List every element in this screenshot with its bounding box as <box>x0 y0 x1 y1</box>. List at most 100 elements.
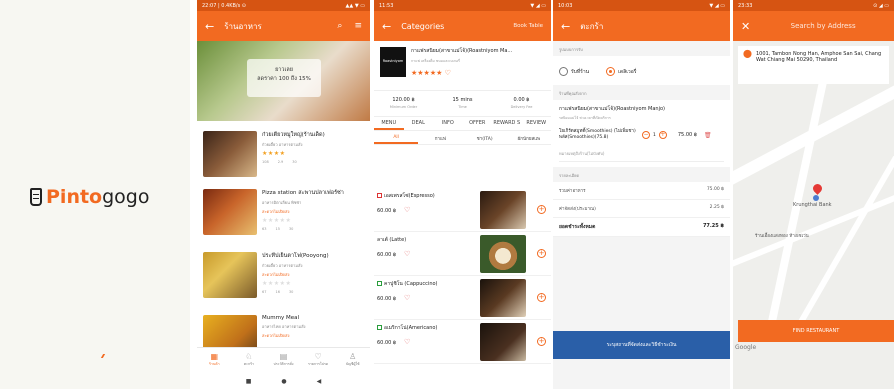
note-to-store-input[interactable]: หมายเหตุถึงร้าน(ไม่บังคับ) <box>559 150 724 162</box>
menu-item[interactable]: คาปูชิโน (Cappuccino) 60.00 ฿ ♡ + <box>374 276 551 320</box>
search-icon[interactable]: ⌕ <box>337 21 342 31</box>
cart-store-sub: รสนิยมแม่โจ้ ช่วงเวลาที่เปิดบริการ <box>559 116 611 120</box>
category-tab[interactable]: ชา(ITA) <box>463 131 507 144</box>
add-item-button[interactable]: + <box>537 293 546 302</box>
restaurant-stats: 108 2.9 30 <box>262 160 361 164</box>
restaurant-photo <box>203 315 257 347</box>
status-time: 23:33 <box>738 2 753 9</box>
tab-info[interactable]: INFO <box>433 117 463 130</box>
recent-apps-icon[interactable]: ■ <box>246 378 252 385</box>
address-text: 1001, Tambon Nong Han, Amphoe San Sai, C… <box>755 51 882 63</box>
store-header: Roastniyom กาแฟรสนิยม(สาขาแม่โจ้)(Roastn… <box>374 41 551 91</box>
nav-tab-account[interactable]: ♙ บัญชีผู้ใช้ <box>335 348 370 373</box>
metric-label: Delivery Fee <box>510 105 533 109</box>
cart-icon: ♘ <box>245 352 253 361</box>
tab-review[interactable]: REVIEW <box>522 117 552 130</box>
stat-value: 30 <box>288 227 294 231</box>
increase-qty-button[interactable]: + <box>658 131 667 139</box>
restaurant-card[interactable]: ก๋วยเตี๋ยวหมูใหญ่(ร้านเด็ด) ก๋วยเตี๋ยว อ… <box>203 131 365 191</box>
nav-tab-favorites[interactable]: ♡ รายการโปรด <box>301 348 336 373</box>
app-bar: ← Categories Book Table <box>374 11 551 41</box>
summary-row-food: รวมค่าอาหาร 75.00 ฿ <box>553 182 730 200</box>
map-label-bank: Krungthai Bank <box>793 202 832 208</box>
tab-offer[interactable]: OFFER <box>463 117 493 130</box>
stat-value: 30 <box>288 290 294 294</box>
stat-value: 16 <box>275 290 280 294</box>
status-bar: 23:33 ⊙ ◢ ▭ <box>733 0 894 11</box>
nav-tab-stores[interactable]: ▦ ร้านค้า <box>197 348 232 373</box>
radio-pickup[interactable]: รับที่ร้าน <box>559 67 589 76</box>
trash-icon[interactable]: 🗑 <box>704 132 712 139</box>
heart-icon[interactable]: ♡ <box>404 250 410 258</box>
nav-label: ร้านค้า <box>209 362 220 366</box>
status-bar: 22:07 | 0.4KB/s ⊙ ▲▲ ▼ ▭ <box>197 0 370 11</box>
section-label: รายละเอียด <box>559 173 580 178</box>
nav-tab-cart[interactable]: ♘ ตะกร้า <box>232 348 267 373</box>
back-arrow-icon[interactable]: ← <box>205 20 214 33</box>
loading-mark <box>100 354 110 358</box>
item-photo <box>480 191 526 229</box>
category-tab[interactable]: ผักนักยสแพ <box>507 131 551 144</box>
item-price: 60.00 ฿ <box>377 208 397 214</box>
metric-time: 15 mins Time <box>433 97 492 116</box>
radio-delivery[interactable]: เดลิเวอรี่ <box>606 67 636 76</box>
store-metrics: 120.00 ฿ Minimum Order 15 mins Time 0.00 ฿… <box>374 91 551 117</box>
promo-card: ยาวเลย ลดราคา 100 ถึง 15% <box>247 59 321 97</box>
cart-screen: 10:03 ▼ ◢ ▭ ← ตะกร้า รูปแบบการรับ รับที่… <box>553 0 730 389</box>
restaurant-card[interactable]: ประทีปเย็นตาโฟ(Pooyong) ก๋วยเตี๋ยว อาหาร… <box>203 252 365 312</box>
checkout-button[interactable]: ระบุสถานที่จัดส่งและวิธีชำระเงิน <box>553 331 730 359</box>
logo-text-gogo: gogo <box>102 186 150 208</box>
pintogogo-logo: Pinto gogo <box>30 186 149 208</box>
back-icon[interactable]: ◀ <box>317 378 322 385</box>
close-icon[interactable]: ✕ <box>741 20 750 33</box>
tab-menu[interactable]: MENU <box>374 117 404 130</box>
google-logo: Google <box>735 344 757 351</box>
page-title: ร้านอาหาร <box>224 21 262 31</box>
section-label: ร้านที่คุณสั่งจาก <box>559 91 587 96</box>
heart-icon: ♡ <box>314 352 322 361</box>
back-arrow-icon[interactable]: ← <box>382 20 391 33</box>
location-pin-icon[interactable] <box>811 182 824 195</box>
add-item-button[interactable]: + <box>537 337 546 346</box>
menu-item[interactable]: อเมริกาโน่(Americano) 60.00 ฿ ♡ + <box>374 320 551 364</box>
find-restaurant-button[interactable]: FIND RESTAURANT <box>738 320 894 342</box>
menu-item[interactable]: เอสเพรสโซ่(Espresso) 60.00 ฿ ♡ + <box>374 188 551 232</box>
veg-icon <box>377 325 382 330</box>
restaurant-category: อาหารอิตาเลียน พิซซ่า <box>262 200 302 205</box>
metric-label: Time <box>458 105 467 109</box>
line-item-description: โยเกิร์ตสมูทตี้(Smoothies) (ไม่เพิ่มชา) … <box>559 129 636 140</box>
tab-rewards[interactable]: REWARD S <box>492 117 522 130</box>
restaurant-name: Pizza station สะพานปลาเฟอร์ซ่า <box>262 190 344 196</box>
address-card[interactable]: ⬤ 1001, Tambon Nong Han, Amphoe San Sai,… <box>738 46 889 84</box>
restaurant-card[interactable]: Mummy Meal อาหารไทย อาหารตามสั่ง สะดวกไม… <box>203 315 365 347</box>
favorite-heart-icon[interactable]: ♡ <box>445 69 451 77</box>
menu-item[interactable]: ลาเต้ (Latte) 60.00 ฿ ♡ + <box>374 232 551 276</box>
decrease-qty-button[interactable]: − <box>642 131 650 139</box>
filter-icon[interactable]: ≡ <box>354 21 362 31</box>
add-item-button[interactable]: + <box>537 249 546 258</box>
category-tab[interactable]: กาแฟ <box>418 131 462 144</box>
restaurant-card[interactable]: Pizza station สะพานปลาเฟอร์ซ่า อาหารอิตา… <box>203 189 365 249</box>
page-title: Categories <box>401 21 445 31</box>
heart-icon[interactable]: ♡ <box>404 338 410 346</box>
rating-stars: ★★★★ <box>262 150 286 157</box>
heart-icon[interactable]: ♡ <box>404 294 410 302</box>
heart-icon[interactable]: ♡ <box>404 206 410 214</box>
category-tab-all[interactable]: All <box>374 131 419 144</box>
search-address-input[interactable]: Search by Address <box>760 22 886 30</box>
tab-deal[interactable]: DEAL <box>404 117 434 130</box>
add-item-button[interactable]: + <box>537 205 546 214</box>
back-arrow-icon[interactable]: ← <box>561 20 570 33</box>
menu-screen: 11:53 ▼ ◢ ▭ ← Categories Book Table Roas… <box>374 0 551 389</box>
home-icon[interactable]: ● <box>281 378 286 385</box>
item-name: คาปูชิโน (Cappuccino) <box>384 281 438 287</box>
promo-line-1: ยาวเลย <box>275 67 293 73</box>
map-view[interactable]: Krungthai Bank ร้านเอื้องแสงทอง ห้างเซเว… <box>733 84 894 320</box>
book-table-button[interactable]: Book Table <box>513 23 543 29</box>
promo-banner[interactable]: ยาวเลย ลดราคา 100 ถึง 15% <box>197 41 370 121</box>
nav-label: บัญชีผู้ใช้ <box>345 362 360 366</box>
metric-value: 15 mins <box>452 97 473 103</box>
status-icons: ▲▲ ▼ ▭ <box>345 2 365 9</box>
restaurant-status: สะดวกไม่เปิดส่ง <box>262 333 290 338</box>
nav-tab-history[interactable]: ▤ ประวัติการสั่ง <box>266 348 301 373</box>
